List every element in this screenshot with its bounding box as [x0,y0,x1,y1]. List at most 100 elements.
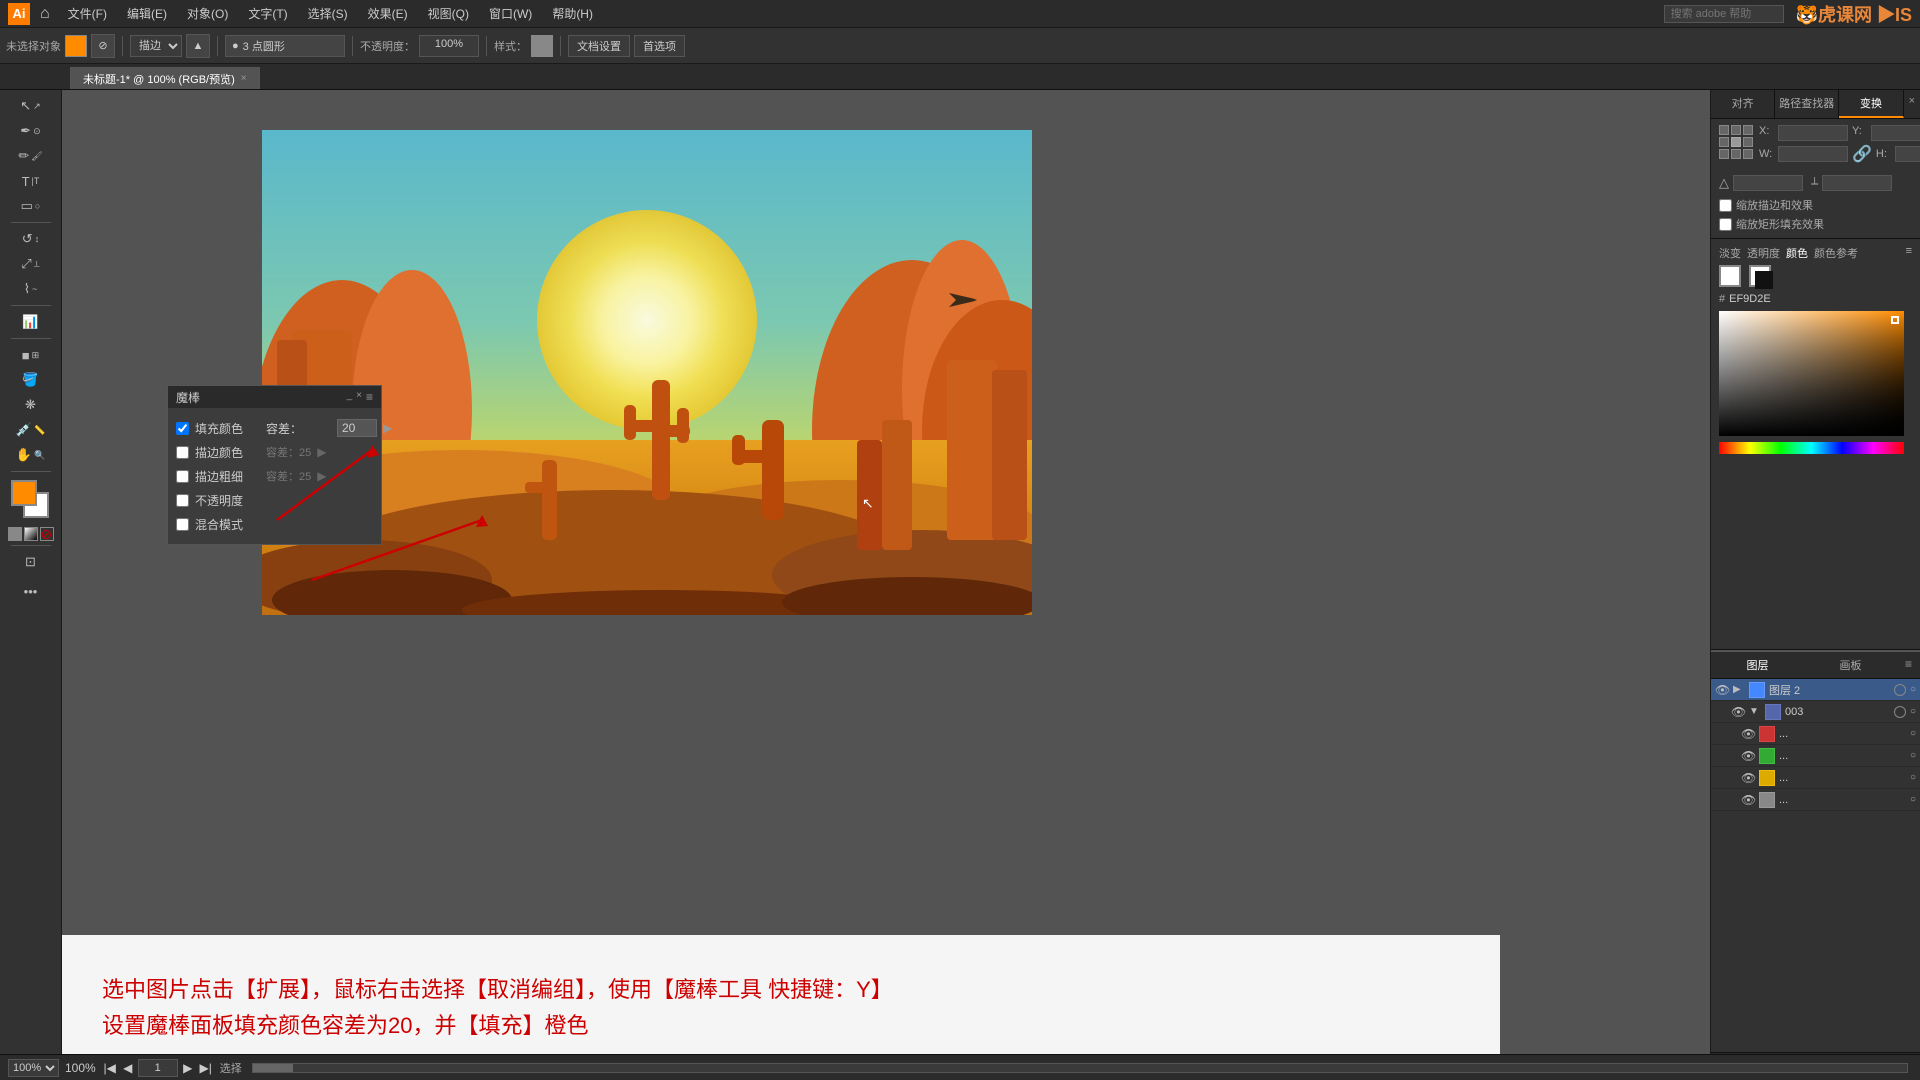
tab-transform[interactable]: 变换 [1839,90,1903,118]
brush-type-select[interactable]: 描边 [130,35,182,57]
artboard-tool[interactable]: ⊡ [7,550,55,574]
angle-input[interactable] [1733,175,1803,191]
eyedropper-tool[interactable]: 💉 📏 [7,418,55,442]
symbol-tools[interactable]: ❋ [7,393,55,417]
fill-color-checkbox[interactable] [176,422,189,435]
layer-003-expand-icon[interactable]: ▼ [1749,706,1761,717]
color-picker-handle[interactable] [1891,316,1899,324]
hue-bar[interactable] [1719,442,1904,454]
menu-effect[interactable]: 效果(E) [360,3,416,24]
layer-2-eye-icon[interactable]: 👁 [1715,683,1729,697]
preferences-btn[interactable]: 首选项 [634,35,685,57]
stroke-width-checkbox[interactable] [176,470,189,483]
menu-view[interactable]: 视图(Q) [420,3,477,24]
zoom-select[interactable]: 100% [8,1059,59,1077]
y-input[interactable] [1871,125,1920,141]
prev-page-btn[interactable]: ◀ [120,1061,136,1075]
layer-row-2[interactable]: 👁 ▶ 图层 2 ○ [1711,679,1920,701]
tab-align[interactable]: 对齐 [1711,90,1775,118]
layer-yellow-eye-icon[interactable]: 👁 [1741,771,1755,785]
panel-menu-btn[interactable]: ≡ [366,390,373,404]
tolerance-arrow[interactable]: ▶ [383,421,392,435]
scrollbar-thumb[interactable] [253,1064,293,1072]
layer-row-yellow[interactable]: 👁 ... ○ [1711,767,1920,789]
brush-size-input[interactable]: ● 3 点圆形 [225,35,345,57]
select-tool[interactable]: ↖ ↗ [7,94,55,118]
pencil-tools[interactable]: ✏ 🖌 [7,144,55,168]
tab-close-btn[interactable]: × [241,73,247,84]
color-ref-tab[interactable]: 颜色参考 [1814,245,1858,261]
shade-tab[interactable]: 淡变 [1719,245,1741,261]
layer-row-red[interactable]: 👁 ... ○ [1711,723,1920,745]
color-tab[interactable]: 颜色 [1786,245,1808,261]
stroke-arrow[interactable]: ▶ [317,445,326,459]
brush-up-btn[interactable]: ▲ [186,34,210,58]
more-tools[interactable]: ••• [7,579,55,603]
artboard-tab[interactable]: 画板 [1804,652,1897,678]
menu-window[interactable]: 窗口(W) [481,3,540,24]
layer-003-eye-icon[interactable]: 👁 [1731,705,1745,719]
layer-red-eye-icon[interactable]: 👁 [1741,727,1755,741]
opacity-checkbox[interactable] [176,494,189,507]
h-input[interactable] [1895,146,1920,162]
layer-row-green[interactable]: 👁 ... ○ [1711,745,1920,767]
menu-object[interactable]: 对象(O) [179,3,236,24]
opacity-input[interactable]: 100% [419,35,479,57]
w-input[interactable] [1778,146,1848,162]
foreground-color[interactable] [11,480,37,506]
hand-zoom-tools[interactable]: ✋ 🔍 [7,443,55,467]
shape-tools[interactable]: ▭ ○ [7,194,55,218]
fill-color-box[interactable] [65,35,87,57]
menu-select[interactable]: 选择(S) [300,3,356,24]
none-swatch[interactable]: ⊘ [40,527,54,541]
menu-edit[interactable]: 编辑(E) [119,3,175,24]
layer-gray-eye-icon[interactable]: 👁 [1741,793,1755,807]
home-icon[interactable]: ⌂ [40,5,50,23]
layer-row-gray[interactable]: 👁 ... ○ [1711,789,1920,811]
panel-minimize-btn[interactable]: _ [347,390,353,404]
menu-text[interactable]: 文字(T) [240,3,295,24]
rotate-tools[interactable]: ↺ ↕ [7,227,55,251]
transform-tools[interactable]: ⤢ ⟂ [7,252,55,276]
layer-2-expand-icon[interactable]: ▶ [1733,684,1745,695]
gradient-swatch[interactable] [24,527,38,541]
scale-corners-cb[interactable] [1719,218,1732,231]
page-input[interactable] [138,1059,178,1077]
scale-strokes-cb[interactable] [1719,199,1732,212]
menu-help[interactable]: 帮助(H) [544,3,601,24]
rp-close-btn[interactable]: × [1904,90,1920,118]
first-page-btn[interactable]: |◀ [102,1061,118,1075]
horizontal-scrollbar[interactable] [252,1063,1908,1073]
menu-file[interactable]: 文件(F) [60,3,115,24]
panel-close-btn[interactable]: × [356,390,362,404]
layer-green-eye-icon[interactable]: 👁 [1741,749,1755,763]
blend-mode-checkbox[interactable] [176,518,189,531]
x-input[interactable] [1778,125,1848,141]
color-picker-gradient[interactable] [1719,311,1904,436]
paint-tools[interactable]: 🪣 [7,368,55,392]
color-menu-btn[interactable]: ≡ [1906,245,1912,261]
bg-swatch[interactable] [1749,265,1771,287]
stroke-color-checkbox[interactable] [176,446,189,459]
last-page-btn[interactable]: ▶| [198,1061,214,1075]
ref-grid[interactable] [1719,125,1753,159]
color-icon[interactable] [8,527,22,541]
view-tools[interactable]: ■ ⊞ [7,343,55,367]
stroke-width-arrow[interactable]: ▶ [317,469,326,483]
style-color-box[interactable] [531,35,553,57]
type-tool[interactable]: T |T [7,169,55,193]
fg-swatch[interactable] [1719,265,1741,287]
transparency-tab[interactable]: 透明度 [1747,245,1780,261]
next-page-btn[interactable]: ▶ [180,1061,196,1075]
tab-pathfinder[interactable]: 路径查找器 [1775,90,1839,118]
layers-tab[interactable]: 图层 [1711,652,1804,678]
distort-tools[interactable]: ⌇ ~ [7,277,55,301]
layer-row-003[interactable]: 👁 ▼ 003 ○ [1711,701,1920,723]
shear-input[interactable] [1822,175,1892,191]
layers-menu-btn[interactable]: ≡ [1897,652,1920,678]
stroke-options-btn[interactable]: ⊘ [91,34,115,58]
doc-setup-btn[interactable]: 文档设置 [568,35,630,57]
tolerance-input[interactable] [337,419,377,437]
document-tab[interactable]: 未标题-1* @ 100% (RGB/预览) × [70,67,260,89]
pen-tools[interactable]: ✒ ⊙ [7,119,55,143]
